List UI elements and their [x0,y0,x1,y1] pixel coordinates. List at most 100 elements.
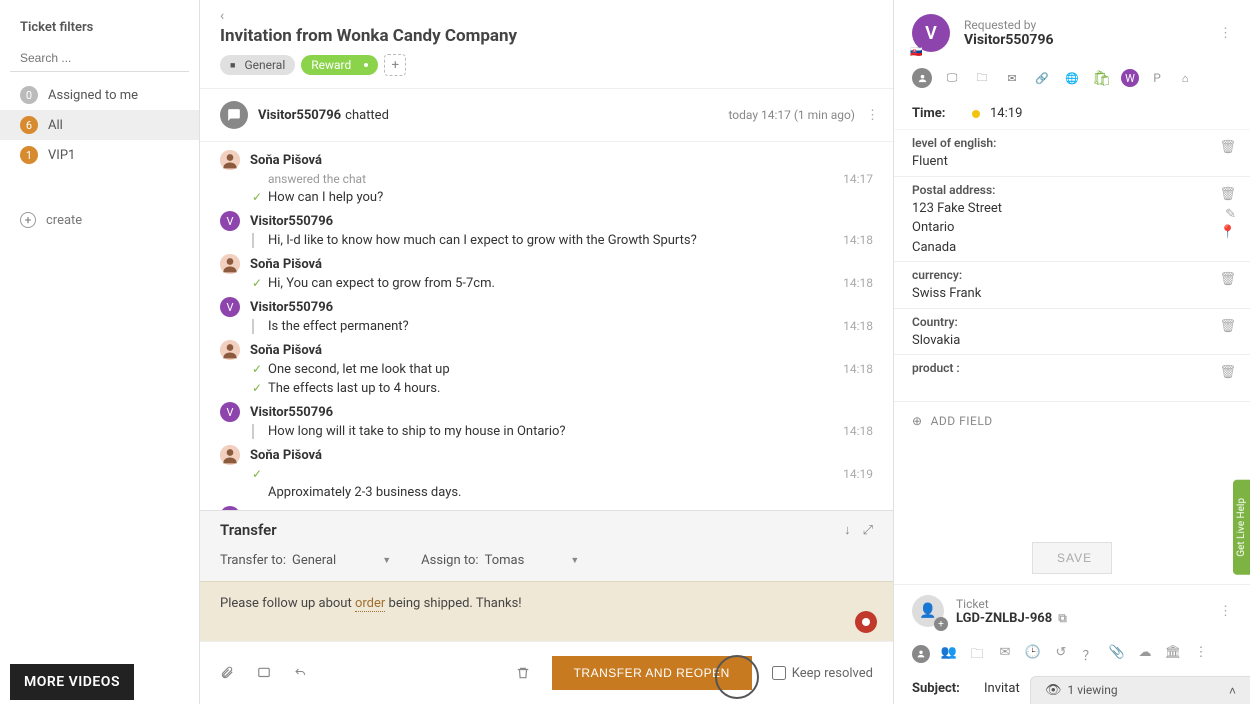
profile-icon[interactable] [912,68,932,88]
chat-body[interactable]: Soňa Pišováanswered the chat14:17✓How ca… [200,142,893,510]
mail-icon[interactable]: ✉ [1002,68,1022,88]
filter-count: 1 [20,146,38,164]
copy-icon[interactable]: ⧉ [1058,611,1067,626]
message-text: Is the effect permanent? [268,319,833,334]
edit-field-icon[interactable]: ✎ [1225,207,1236,222]
chat-menu-icon[interactable]: ⋮ [866,108,879,123]
message-sender: Visitor550796 [250,405,333,420]
message-timestamp: 14:19 [843,467,873,481]
eye-icon: 👁 [1045,683,1062,698]
building-icon[interactable]: 🏛 [1164,645,1182,667]
requested-by-value: Visitor550796 [964,32,1054,48]
monitor-icon[interactable]: 🖵 [942,68,962,88]
folder-icon[interactable]: 🗀 [968,645,986,667]
delete-field-icon[interactable]: 🗑 [1219,319,1236,334]
delete-icon[interactable] [516,665,532,681]
assign-to-select[interactable]: Assign to: Tomas ▼ [421,553,579,569]
note-icon[interactable] [256,666,272,680]
currency-value[interactable]: Swiss Frank [912,286,981,301]
check-icon: ✓ [252,362,262,376]
transfer-title: Transfer [220,521,832,539]
folder-icon[interactable]: 🗀 [972,68,992,88]
search-input[interactable] [10,45,189,71]
message-sender: Soňa Pišová [250,448,322,463]
english-value[interactable]: Fluent [912,154,948,169]
postal-value[interactable]: 123 Fake Street Ontario Canada [912,199,1232,258]
message-timestamp: 14:17 [843,172,873,186]
agent-avatar [220,254,240,274]
shopify-icon[interactable]: 🛍 [1092,69,1111,87]
ticket-label: Ticket [956,597,1067,611]
ticket-menu-icon[interactable]: ⋮ [1219,604,1232,619]
transfer-down-icon[interactable]: ↓ [844,522,851,538]
p-icon[interactable]: P [1149,71,1165,85]
home-icon[interactable]: ⌂ [1175,68,1195,88]
product-value[interactable] [912,379,915,394]
back-button[interactable]: ‹ [220,8,224,24]
message-text: One second, let me look that up [268,362,833,377]
keep-resolved-checkbox[interactable]: Keep resolved [772,666,873,681]
transfer-note-textarea[interactable]: Please follow up about order being shipp… [200,581,893,641]
message-sender: Soňa Pišová [250,153,322,168]
ticket-profile-icon[interactable] [912,645,930,663]
chat-header: Visitor550796 chatted today 14:17 (1 min… [200,89,893,142]
get-live-help-tab[interactable]: Get Live Help [1233,480,1250,575]
create-filter-button[interactable]: + create [0,200,199,240]
message-sender: Visitor550796 [250,300,333,315]
more-icon[interactable]: ⋮ [1192,645,1210,667]
message-group: Soňa Pišováanswered the chat14:17✓How ca… [200,148,893,209]
message-timestamp: 14:18 [843,362,873,376]
transfer-to-select[interactable]: Transfer to: General ▼ [220,553,391,569]
add-tag-button[interactable]: + [384,54,406,76]
subject-value[interactable]: Invitat [984,681,1020,696]
widget-w-icon[interactable]: W [1121,69,1139,87]
group-icon[interactable]: 👥 [940,645,958,667]
reply-icon[interactable] [292,667,308,679]
filter-label: All [48,118,63,133]
link-icon[interactable]: 🔗 [1032,68,1052,88]
message-group: V Visitor550796 Is the effect permanent?14… [200,295,893,338]
delete-field-icon[interactable]: 🗑 [1219,272,1236,287]
more-videos-button[interactable]: MORE VIDEOS [10,664,134,700]
tag-general[interactable]: General [220,55,295,75]
country-value[interactable]: Slovakia [912,333,960,348]
message-text: answered the chat [268,172,833,186]
message-line: Is the effect permanent?14:18 [252,317,873,336]
message-timestamp: 14:18 [843,233,873,247]
filter-all[interactable]: 6 All [0,110,199,140]
message-line: How long will it take to ship to my hous… [252,422,873,441]
save-button[interactable]: SAVE [1032,542,1112,574]
visitor-bar [252,424,254,439]
requester-menu-icon[interactable]: ⋮ [1219,26,1232,41]
clock-icon[interactable]: 🕒 [1024,645,1042,667]
mail-icon[interactable]: ✉ [996,645,1014,667]
viewing-indicator[interactable]: 👁 1 viewing ˄ [1030,676,1250,704]
search-box[interactable] [10,45,189,72]
plus-icon: + [934,617,948,631]
message-group: VVisitor550796How long will it take to s… [200,400,893,443]
tag-reward[interactable]: Reward [301,55,378,75]
add-field-button[interactable]: ⊕ ADD FIELD [894,402,1250,440]
filter-assigned-to-me[interactable]: 0 Assigned to me [0,80,199,110]
delete-field-icon[interactable]: 🗑 [1219,187,1236,202]
filter-vip1[interactable]: 1 VIP1 [0,140,199,170]
record-icon[interactable] [855,611,877,633]
delete-field-icon[interactable]: 🗑 [1219,140,1236,155]
delete-field-icon[interactable]: 🗑 [1219,365,1236,380]
transfer-and-reopen-button[interactable]: TRANSFER AND REOPEN [552,656,752,690]
visitor-avatar: V [220,297,240,317]
attach-icon[interactable] [220,665,236,681]
agent-avatar [220,445,240,465]
locate-field-icon[interactable]: 📍 [1220,225,1236,240]
agent-avatar [220,340,240,360]
globe-icon[interactable]: 🌐 [1062,68,1082,88]
attach-icon[interactable]: 📎 [1108,645,1126,667]
help-icon[interactable]: ？ [1080,645,1098,667]
cloud-icon[interactable]: ☁ [1136,645,1154,667]
chat-user-name: Visitor550796 [258,108,341,123]
transfer-expand-icon[interactable]: ⤢ [863,523,873,538]
history-icon[interactable]: ↺ [1052,645,1070,667]
chat-action: chatted [345,108,389,123]
country-label: Country: [912,315,1232,329]
main-panel: ‹ Invitation from Wonka Candy Company Ge… [200,0,894,704]
